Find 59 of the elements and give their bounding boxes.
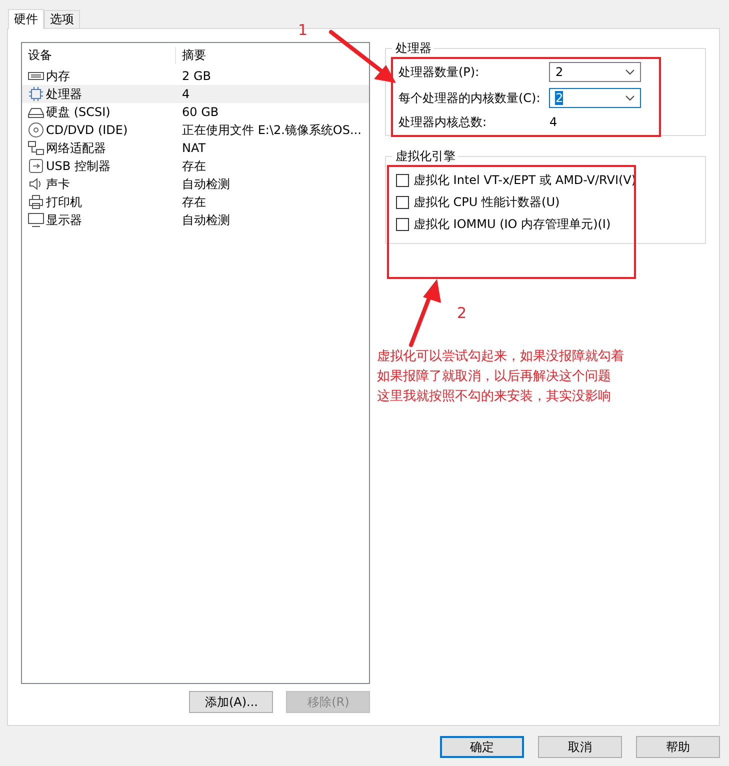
usb-icon bbox=[28, 158, 44, 174]
dropdown[interactable]: 2 bbox=[549, 88, 642, 108]
device-row[interactable]: 显示器 自动检测 bbox=[22, 211, 370, 229]
checkbox[interactable] bbox=[396, 218, 410, 230]
device-row[interactable]: 打印机 存在 bbox=[22, 193, 370, 211]
device-row[interactable]: 网络适配器 NAT bbox=[22, 139, 370, 157]
disc-icon bbox=[28, 122, 44, 138]
caret-icon bbox=[625, 95, 636, 101]
tab[interactable]: 选项 bbox=[44, 10, 80, 28]
device-summary: 4 bbox=[181, 87, 190, 101]
device-summary: NAT bbox=[181, 141, 206, 155]
tab[interactable]: 硬件 bbox=[8, 9, 44, 29]
checkbox-label[interactable]: 虚拟化 IOMMU (IO 内存管理单元)(I) bbox=[413, 216, 611, 232]
device-name: 显示器 bbox=[46, 212, 82, 228]
device-row[interactable]: USB 控制器 存在 bbox=[22, 157, 370, 175]
device-summary: 存在 bbox=[181, 158, 206, 174]
device-name: 内存 bbox=[46, 68, 70, 84]
device-name: CD/DVD (IDE) bbox=[46, 123, 128, 137]
device-summary: 存在 bbox=[181, 194, 206, 210]
annotation-number: 1 bbox=[298, 21, 308, 39]
device-name: 网络适配器 bbox=[46, 140, 106, 156]
device-name: 硬盘 (SCSI) bbox=[46, 104, 110, 120]
device-summary: 自动检测 bbox=[181, 212, 230, 228]
device-row[interactable]: 处理器 4 bbox=[22, 85, 370, 103]
column-header[interactable]: 设备 bbox=[22, 46, 176, 64]
device-row[interactable]: CD/DVD (IDE) 正在使用文件 E:\2.镜像系统OS... bbox=[22, 121, 370, 139]
field-label: 处理器数量(P): bbox=[398, 64, 480, 80]
total-value: 4 bbox=[549, 115, 558, 129]
network-icon bbox=[28, 140, 44, 156]
annotation-number: 2 bbox=[457, 304, 467, 322]
dialog-button[interactable]: 取消 bbox=[538, 736, 622, 758]
device-name: 处理器 bbox=[46, 86, 82, 102]
field-label: 处理器内核总数: bbox=[398, 114, 488, 130]
column-header[interactable]: 摘要 bbox=[176, 46, 206, 64]
dialog-button[interactable]: 帮助 bbox=[636, 736, 720, 758]
printer-icon bbox=[28, 194, 44, 210]
group-title: 虚拟化引擎 bbox=[392, 148, 458, 165]
dialog-button[interactable]: 确定 bbox=[440, 736, 524, 758]
device-name: USB 控制器 bbox=[46, 158, 110, 174]
monitor-icon bbox=[28, 212, 44, 228]
device-name: 声卡 bbox=[46, 176, 70, 192]
caret-icon bbox=[625, 69, 636, 75]
checkbox[interactable] bbox=[396, 174, 410, 186]
annotation-note: 虚拟化可以尝试勾起来，如果没报障就勾着 如果报障了就取消，以后再解决这个问题 这里我就按照不勾的来安装，其实没影响 bbox=[377, 348, 624, 406]
device-name: 打印机 bbox=[46, 194, 82, 210]
device-summary: 60 GB bbox=[181, 105, 219, 119]
checkbox-label[interactable]: 虚拟化 Intel VT-x/EPT 或 AMD-V/RVI(V) bbox=[413, 172, 636, 188]
list-button[interactable]: 添加(A)... bbox=[189, 691, 274, 713]
dropdown[interactable]: 2 bbox=[549, 62, 642, 82]
device-row[interactable]: 内存 2 GB bbox=[22, 67, 370, 85]
device-summary: 正在使用文件 E:\2.镜像系统OS... bbox=[181, 122, 362, 138]
device-summary: 2 GB bbox=[181, 69, 211, 83]
checkbox[interactable] bbox=[396, 196, 410, 208]
device-row[interactable]: 硬盘 (SCSI) 60 GB bbox=[22, 103, 370, 121]
field-label: 每个处理器的内核数量(C): bbox=[398, 90, 542, 106]
device-summary: 自动检测 bbox=[181, 176, 230, 192]
checkbox-label[interactable]: 虚拟化 CPU 性能计数器(U) bbox=[413, 194, 560, 210]
device-row[interactable]: 声卡 自动检测 bbox=[22, 175, 370, 193]
chip-icon bbox=[28, 86, 44, 102]
